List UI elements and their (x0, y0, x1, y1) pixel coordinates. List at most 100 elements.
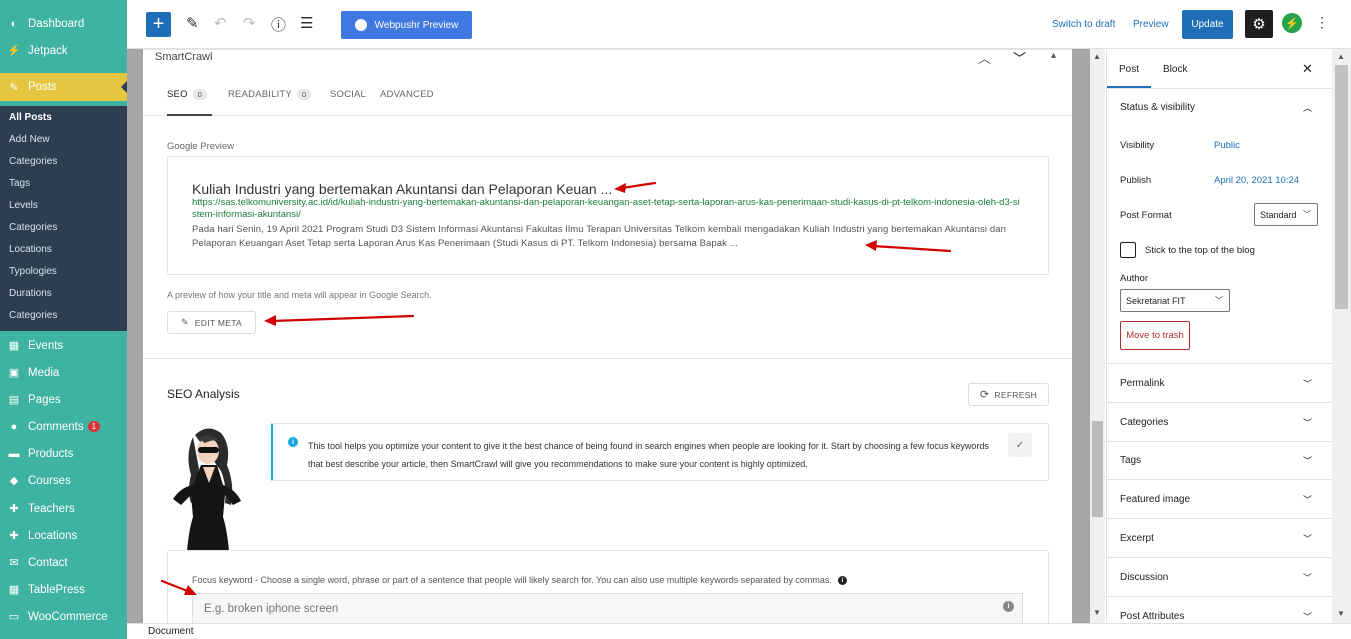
submenu-categories-3[interactable]: Categories (9, 310, 57, 321)
edit-icon[interactable]: ✎ (186, 14, 199, 32)
divider (1107, 88, 1332, 89)
permalink-panel[interactable]: Permalink (1120, 378, 1164, 389)
help-icon[interactable]: i (837, 576, 847, 586)
undo-icon[interactable]: ↶ (214, 14, 227, 32)
author-select[interactable]: Sekretariat FIT ﹀ (1120, 289, 1230, 312)
post-attributes-panel[interactable]: Post Attributes (1120, 611, 1184, 622)
submenu-levels[interactable]: Levels (9, 200, 38, 211)
input-info-icon[interactable]: i (1003, 601, 1014, 612)
menu-item-dashboard[interactable]: ◐ Dashboard (0, 10, 127, 37)
refresh-icon: ⟳ (979, 389, 990, 401)
jetpack-icon[interactable]: ⚡ (1282, 13, 1302, 33)
submenu-tags[interactable]: Tags (9, 178, 30, 189)
tab-advanced[interactable]: ADVANCED (380, 89, 434, 100)
submenu-categories-2[interactable]: Categories (9, 222, 57, 233)
document-breadcrumb[interactable]: Document (148, 626, 194, 637)
tab-seo[interactable]: SEO 0 (167, 89, 208, 100)
menu-item-comments[interactable]: ● Comments 1 (0, 413, 127, 440)
menu-item-products[interactable]: ▬ Products (0, 440, 127, 467)
refresh-button[interactable]: ⟳ REFRESH (968, 383, 1049, 406)
menu-item-pages[interactable]: ▤ Pages (0, 386, 127, 413)
preview-button[interactable]: Preview (1133, 19, 1169, 30)
submenu-durations[interactable]: Durations (9, 288, 52, 299)
redo-icon[interactable]: ↷ (243, 14, 256, 32)
chevron-down-icon[interactable]: ﹀ (1303, 610, 1312, 623)
list-view-icon[interactable]: ☰ (300, 14, 313, 32)
menu-item-jetpack[interactable]: ⚡ Jetpack (0, 37, 127, 64)
excerpt-panel[interactable]: Excerpt (1120, 533, 1154, 544)
move-to-trash-button[interactable]: Move to trash (1120, 321, 1190, 350)
chevron-down-icon[interactable]: ﹀ (1303, 493, 1312, 506)
woo-icon: ▭ (8, 611, 20, 623)
media-icon: ▣ (8, 367, 20, 379)
chevron-down-icon[interactable]: ﹀ (1303, 454, 1312, 467)
preview-note: A preview of how your title and meta wil… (167, 290, 432, 300)
comment-icon: ● (10, 420, 18, 433)
menu-item-courses[interactable]: ◆ Courses (0, 467, 127, 494)
info-icon[interactable]: ⓘ (271, 14, 286, 35)
tab-block[interactable]: Block (1163, 64, 1187, 75)
teacher-icon: ✚ (9, 503, 19, 515)
active-tab-indicator (167, 114, 212, 116)
submenu-add-new[interactable]: Add New (9, 134, 50, 145)
menu-label: WooCommerce (28, 610, 108, 623)
menu-item-teachers[interactable]: ✚ Teachers (0, 495, 127, 522)
submenu-typologies[interactable]: Typologies (9, 266, 57, 277)
submenu-locations[interactable]: Locations (9, 244, 52, 255)
tab-post[interactable]: Post (1119, 64, 1139, 75)
post-format-select[interactable]: Standard ﹀ (1254, 203, 1318, 226)
categories-panel[interactable]: Categories (1120, 417, 1168, 428)
chevron-down-icon[interactable]: ﹀ (1303, 377, 1312, 390)
more-options-icon[interactable]: ⋮ (1315, 14, 1329, 31)
discussion-panel[interactable]: Discussion (1120, 572, 1168, 583)
comment-count-badge: 1 (87, 421, 101, 432)
edit-meta-button[interactable]: ✎ EDIT META (167, 311, 256, 334)
preview-title: Kuliah Industri yang bertemakan Akuntans… (192, 181, 613, 197)
scroll-down-icon[interactable]: ▼ (1093, 608, 1101, 617)
scroll-up-icon[interactable]: ▲ (1093, 52, 1101, 61)
chevron-down-icon[interactable]: ﹀ (1303, 571, 1312, 584)
menu-item-contact[interactable]: ✉ Contact (0, 549, 127, 576)
divider (1107, 402, 1332, 403)
menu-label: TablePress (28, 583, 85, 596)
scroll-down-icon[interactable]: ▼ (1337, 609, 1345, 618)
tab-count-badge: 0 (296, 89, 312, 100)
chevron-down-icon[interactable]: ﹀ (1303, 416, 1312, 429)
menu-item-tablepress[interactable]: ▦ TablePress (0, 576, 127, 603)
add-block-button[interactable]: + (146, 12, 171, 37)
chevron-down-icon[interactable]: ﹀ (1303, 532, 1312, 545)
menu-item-media[interactable]: ▣ Media (0, 359, 127, 386)
status-visibility-toggle[interactable]: Status & visibility (1120, 102, 1195, 113)
editor-scrollbar[interactable]: ▲ ▼ (1090, 49, 1105, 623)
sticky-checkbox[interactable] (1120, 242, 1136, 258)
menu-item-woocommerce[interactable]: ▭ WooCommerce (0, 603, 127, 630)
scrollbar-thumb[interactable] (1335, 65, 1348, 309)
close-icon[interactable]: ✕ (1302, 61, 1313, 77)
publish-date[interactable]: April 20, 2021 10:24 (1214, 175, 1299, 186)
publish-label: Publish (1120, 175, 1152, 186)
chevron-up-icon[interactable]: ︿ (1303, 101, 1312, 114)
move-up-icon[interactable]: ︿ (978, 48, 991, 67)
visibility-value[interactable]: Public (1214, 140, 1240, 151)
update-button[interactable]: Update (1182, 10, 1233, 39)
move-down-icon[interactable]: ﹀ (1013, 48, 1026, 67)
submenu-categories[interactable]: Categories (9, 156, 57, 167)
switch-to-draft-button[interactable]: Switch to draft (1052, 19, 1115, 30)
menu-item-events[interactable]: ▦ Events (0, 332, 127, 359)
tab-social[interactable]: SOCIAL (330, 89, 366, 100)
tab-label: READABILITY (228, 89, 292, 100)
focus-keyword-input[interactable] (192, 593, 1023, 623)
scroll-up-icon[interactable]: ▲ (1337, 52, 1345, 61)
settings-gear-icon[interactable]: ⚙ (1245, 10, 1273, 38)
menu-item-locations[interactable]: ✚ Locations (0, 522, 127, 549)
submenu-all-posts[interactable]: All Posts (9, 112, 52, 123)
menu-item-posts[interactable]: ✎ Posts (0, 73, 127, 101)
scrollbar-thumb[interactable] (1092, 421, 1103, 517)
tags-panel[interactable]: Tags (1120, 455, 1141, 466)
featured-image-panel[interactable]: Featured image (1120, 494, 1190, 505)
collapse-icon[interactable]: ▴ (1051, 50, 1056, 61)
webpushr-preview-button[interactable]: Webpushr Preview (341, 11, 472, 39)
dismiss-check-icon[interactable]: ✓ (1008, 433, 1032, 457)
tab-readability[interactable]: READABILITY 0 (228, 89, 312, 100)
page-scrollbar[interactable]: ▲ ▼ (1332, 49, 1351, 623)
